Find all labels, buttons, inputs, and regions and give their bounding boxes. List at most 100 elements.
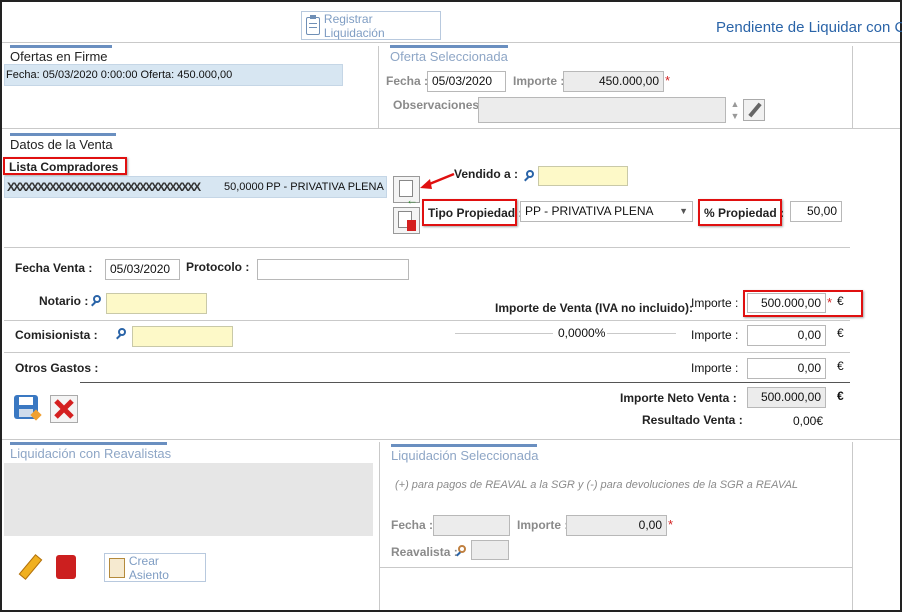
offer-section-divider [2, 128, 900, 129]
selected-offer-date-field[interactable]: 05/03/2020 [427, 71, 506, 92]
sold-to-field[interactable] [538, 166, 628, 186]
ownership-percent-field[interactable]: 50,00 [790, 201, 842, 222]
ownership-type-value: PP - PRIVATIVA PLENA [525, 204, 654, 218]
sale-amount-required-mark: * [827, 295, 833, 310]
commission-percent-line-right [607, 333, 676, 334]
liquidation-amount-field[interactable]: 0,00 [566, 515, 667, 536]
observations-field[interactable] [478, 97, 726, 123]
save-button[interactable] [14, 395, 42, 423]
liquidation-bottom-divider [379, 567, 852, 568]
buyer-ownership[interactable]: PP - PRIVATIVA PLENA [266, 181, 384, 193]
liquidation-panel-right-border [852, 442, 853, 610]
observations-scroll-arrows[interactable]: ▲ ▼ [729, 98, 741, 122]
chevron-down-icon[interactable]: ▼ [729, 110, 741, 122]
commission-amount-field[interactable]: 0,00 [747, 325, 826, 346]
offer-panel-left-border [378, 46, 379, 128]
sale-data-title: Datos de la Venta [10, 133, 116, 152]
register-liquidation-button[interactable]: Registrar Liquidación [301, 11, 441, 40]
sale-date-label: Fecha Venta : [15, 261, 93, 275]
sale-result-value: 0,00€ [793, 414, 824, 428]
buyer-percent[interactable]: 50,0000 [224, 181, 264, 193]
sale-amount-importe-label: Importe : [691, 296, 739, 310]
liquidation-amount-label: Importe : [517, 518, 569, 532]
buyers-divider [4, 247, 850, 248]
commission-importe-label: Importe : [691, 328, 739, 342]
other-expenses-amount-field[interactable]: 0,00 [747, 358, 826, 379]
sale-result-label: Resultado Venta : [642, 413, 743, 427]
search-icon[interactable] [118, 328, 126, 336]
liquidation-panel-left-border [379, 442, 380, 610]
liquidation-date-field[interactable] [433, 515, 510, 536]
buyers-list-highlight [3, 157, 127, 175]
search-icon[interactable] [526, 170, 534, 178]
delete-reavalista-button[interactable] [52, 553, 80, 581]
reavalistas-list[interactable] [4, 463, 373, 536]
reavalistas-title: Liquidación con Reavalistas [10, 442, 171, 461]
sale-amount-currency: € [837, 294, 844, 308]
sold-to-label: Vendido a : [454, 167, 519, 181]
protocol-label: Protocolo : [186, 260, 250, 274]
commission-label: Comisionista : [15, 328, 98, 342]
selected-offer-amount-label: Importe : [513, 74, 565, 88]
liquidation-required-mark: * [668, 517, 674, 532]
status-title: Pendiente de Liquidar con CE [716, 19, 902, 36]
buyer-name[interactable]: XXXXXXXXXXXXXXXXXXXXXXXXXXXXXXXX [7, 180, 210, 194]
observations-label: Observaciones : [393, 98, 487, 112]
totals-divider [80, 382, 850, 383]
firm-offer-item[interactable]: Fecha: 05/03/2020 0:00:00 Oferta: 450.00… [6, 69, 232, 81]
header-divider [2, 42, 900, 43]
chevron-down-icon[interactable]: ▼ [679, 202, 688, 221]
sale-amount-label: Importe de Venta (IVA no incluido): [495, 301, 694, 315]
notary-label: Notario : [39, 294, 89, 308]
firm-offers-title: Ofertas en Firme [10, 45, 112, 64]
selected-offer-amount-field[interactable]: 450.000,00 [563, 71, 664, 92]
reavalista-field[interactable] [471, 540, 509, 560]
sale-section-divider [2, 439, 900, 440]
buyers-list[interactable]: XXXXXXXXXXXXXXXXXXXXXXXXXXXXXXXX 50,0000… [4, 176, 387, 198]
commission-divider [4, 352, 850, 353]
other-expenses-label: Otros Gastos : [15, 361, 99, 375]
notary-field[interactable] [106, 293, 207, 314]
delete-buyer-button[interactable] [393, 207, 420, 234]
close-icon [54, 399, 74, 419]
register-liquidation-label: Registrar Liquidación [323, 11, 385, 40]
net-sale-field[interactable]: 500.000,00 [747, 387, 826, 408]
clipboard-icon [306, 14, 320, 35]
selected-offer-required-mark: * [665, 73, 671, 88]
reavalista-label: Reavalista : [391, 545, 458, 559]
calculator-icon [109, 557, 125, 578]
commission-field[interactable] [132, 326, 233, 347]
notary-divider [4, 320, 850, 321]
trash-icon [56, 555, 76, 579]
edit-reavalista-button[interactable] [15, 553, 43, 581]
firm-offers-list[interactable]: Fecha: 05/03/2020 0:00:00 Oferta: 450.00… [4, 64, 343, 86]
sale-date-field[interactable]: 05/03/2020 [105, 259, 180, 280]
ownership-type-select[interactable]: PP - PRIVATIVA PLENA ▼ [520, 201, 693, 222]
pencil-icon [748, 102, 762, 118]
commission-percent-line-left [455, 333, 553, 334]
ownership-percent-highlight [698, 199, 782, 226]
search-icon[interactable] [458, 545, 466, 553]
protocol-field[interactable] [257, 259, 409, 280]
search-icon[interactable] [93, 295, 101, 303]
offer-panel-right-border [852, 46, 853, 128]
chevron-up-icon[interactable]: ▲ [729, 98, 741, 110]
sale-amount-field[interactable]: 500.000,00 [747, 293, 826, 313]
other-expenses-currency: € [837, 359, 844, 373]
net-sale-currency: € [837, 389, 844, 403]
selected-liquidation-title: Liquidación Seleccionada [391, 444, 538, 463]
create-entry-label: Crear Asiento [128, 553, 169, 582]
liquidation-hint: (+) para pagos de REAVAL a la SGR y (-) … [395, 479, 799, 491]
create-entry-button[interactable]: Crear Asiento [104, 553, 206, 582]
add-buyer-button[interactable]: ← [393, 176, 420, 207]
other-expenses-importe-label: Importe : [691, 361, 739, 375]
edit-observations-button[interactable] [743, 99, 765, 121]
net-sale-label: Importe Neto Venta : [620, 391, 737, 405]
selected-offer-date-label: Fecha : [386, 74, 429, 88]
ownership-type-highlight [422, 199, 517, 226]
cancel-button[interactable] [50, 395, 78, 423]
commission-currency: € [837, 326, 844, 340]
commission-percent: 0,0000% [558, 326, 606, 340]
selected-offer-title: Oferta Seleccionada [390, 45, 508, 64]
pencil-icon [18, 554, 43, 580]
